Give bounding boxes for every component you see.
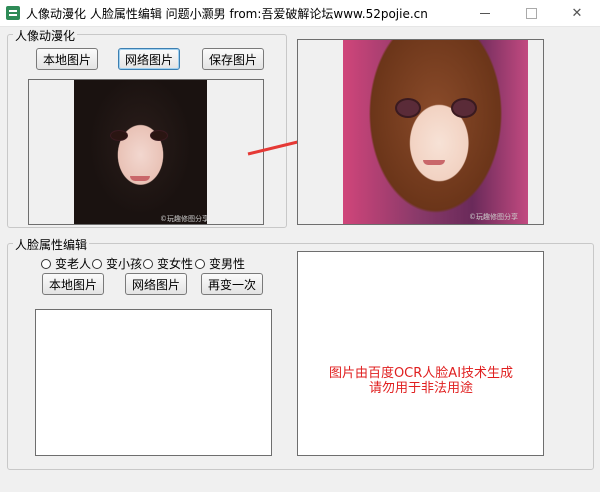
close-icon: ✕ — [571, 5, 583, 21]
radio-child[interactable]: 变小孩 — [92, 255, 142, 272]
title-bar: 人像动漫化 人脸属性编辑 问题小灏男 from:吾爱破解论坛www.52poji… — [0, 0, 600, 27]
app-icon — [6, 6, 20, 20]
anime-network-image-button[interactable]: 网络图片 — [118, 48, 180, 70]
radio-circle-icon — [143, 258, 153, 269]
notice-line-1: 图片由百度OCR人脸AI技术生成 — [328, 366, 514, 381]
anime-mouth — [423, 160, 445, 165]
radio-circle-icon — [41, 258, 51, 269]
radio-male-label: 变男性 — [209, 257, 246, 271]
face-edit-group-legend: 人脸属性编辑 — [13, 236, 90, 253]
radio-old[interactable]: 变老人 — [41, 255, 91, 272]
face-local-image-button[interactable]: 本地图片 — [42, 273, 104, 295]
radio-circle-icon — [92, 258, 102, 269]
source-right-eye — [150, 130, 168, 141]
radio-female-label: 变女性 — [157, 257, 194, 271]
anime-left-eye — [395, 98, 421, 118]
minimize-button[interactable] — [462, 0, 508, 26]
minimize-icon — [480, 12, 490, 14]
anime-local-image-button[interactable]: 本地图片 — [36, 48, 98, 70]
radio-female[interactable]: 变女性 — [143, 255, 193, 272]
save-image-button[interactable]: 保存图片 — [202, 48, 264, 70]
notice-line-2: 请勿用于非法用途 — [368, 381, 473, 396]
anime-group-legend: 人像动漫化 — [13, 27, 78, 44]
face-source-panel — [35, 309, 272, 456]
anime-result-photo: ©玩趣修图分享 — [343, 40, 528, 224]
source-photo: ©玩趣修图分享 — [74, 80, 207, 224]
window-title: 人像动漫化 人脸属性编辑 问题小灏男 from:吾爱破解论坛www.52poji… — [26, 7, 428, 21]
maximize-button[interactable] — [508, 0, 554, 26]
close-button[interactable]: ✕ — [554, 0, 600, 26]
retry-transform-button[interactable]: 再变一次 — [201, 273, 263, 295]
maximize-icon — [525, 7, 537, 19]
face-network-image-button[interactable]: 网络图片 — [125, 273, 187, 295]
radio-circle-icon — [195, 258, 205, 269]
anime-watermark: ©玩趣修图分享 — [469, 213, 518, 221]
source-left-eye — [110, 130, 128, 141]
radio-male[interactable]: 变男性 — [195, 255, 245, 272]
radio-old-label: 变老人 — [55, 257, 92, 271]
face-result-panel — [297, 251, 544, 456]
source-watermark: ©玩趣修图分享 — [160, 215, 207, 223]
source-mouth — [130, 176, 150, 181]
anime-right-eye — [451, 98, 477, 118]
radio-child-label: 变小孩 — [106, 257, 143, 271]
